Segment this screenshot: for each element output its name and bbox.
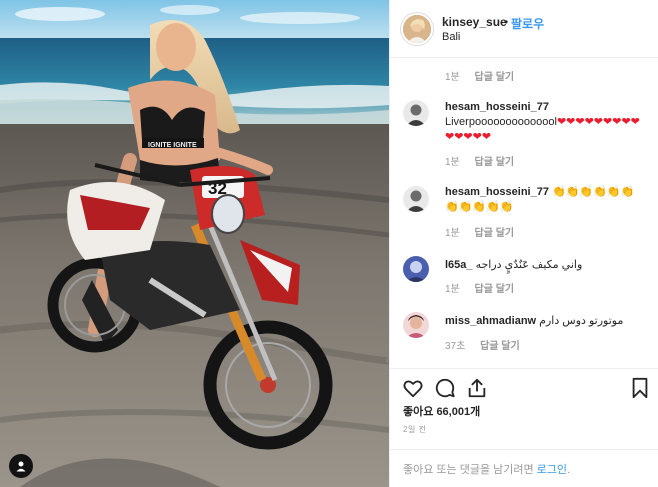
comment-text: Liverpoooooooooooool [445,116,557,128]
likes-number: 66,001개 [436,406,481,418]
reply-button[interactable]: 답글 달기 [475,228,515,239]
comment-time: 1분 [445,157,460,168]
comment-meta: 1분 답글 달기 [445,224,514,239]
post-timestamp[interactable]: 2일 전 [403,424,426,435]
reply-button[interactable]: 답글 달기 [480,341,520,352]
likes-label: 좋아요 [403,406,434,418]
post-side-panel: kinsey_sue • 팔로우 Bali 1분 답글 달기 hesam_hos… [389,0,658,487]
login-prompt: 좋아요 또는 댓글을 남기려면 로그인. [390,449,658,487]
comment-meta: 1분 답글 달기 [445,68,514,83]
reply-button[interactable]: 답글 달기 [475,284,515,295]
commenter-avatar[interactable] [403,186,429,212]
comment-item: miss_ahmadianw موتورتو دوس دارم [445,314,645,329]
comment-username[interactable]: l65a_ [445,259,473,271]
post-header: kinsey_sue • 팔로우 Bali [390,0,658,58]
reply-button[interactable]: 답글 달기 [475,72,515,83]
comment-time: 37초 [445,341,466,352]
comment-username[interactable]: hesam_hosseini_77 [445,186,549,198]
likes-count[interactable]: 좋아요 66,001개 [403,403,480,419]
jersey-text: IGNITE IGNITE [148,142,197,149]
bookmark-icon[interactable] [629,377,651,399]
comment-time: 1분 [445,284,460,295]
comment-meta: 1분 답글 달기 [445,153,514,168]
comment-icon[interactable] [434,377,456,399]
comment-text: موتورتو دوس دارم [539,315,624,327]
avatar[interactable] [401,13,433,45]
comment-username[interactable]: hesam_hosseini_77 [445,101,549,113]
reply-button[interactable]: 답글 달기 [475,157,515,168]
commenter-avatar[interactable] [403,256,429,282]
commenter-avatar[interactable] [403,100,429,126]
comment-item: l65a_ واني مكيف عٓنٌدٌيٍ دراجه [445,258,645,273]
login-suffix: . [567,464,571,476]
comment-text: واني مكيف عٓنٌدٌيٍ دراجه [475,259,583,271]
login-link[interactable]: 로그인 [537,464,567,476]
comment-meta: 37초 답글 달기 [445,337,520,352]
follow-button[interactable]: 팔로우 [511,15,544,32]
comment-time: 1분 [445,72,460,83]
tagged-user-icon[interactable] [9,454,33,478]
post-author-username[interactable]: kinsey_sue [442,15,507,29]
comment-meta: 1분 답글 달기 [445,280,514,295]
header-separator: • [504,15,509,29]
share-icon[interactable] [466,377,488,399]
comment-item: hesam_hosseini_77 Liverpoooooooooooool❤❤… [445,100,645,145]
comment-item: hesam_hosseini_77 👏👏👏👏👏👏👏👏👏👏👏 [445,185,645,215]
post-location[interactable]: Bali [442,31,460,43]
commenter-avatar[interactable] [403,312,429,338]
post-photo[interactable]: IGNITE IGNITE 32 [0,0,389,487]
comment-username[interactable]: miss_ahmadianw [445,315,536,327]
heart-icon[interactable] [402,377,424,399]
login-prompt-text: 좋아요 또는 댓글을 남기려면 [403,464,534,476]
beach-motorbike-image: IGNITE IGNITE 32 [0,0,389,487]
post-actions: 좋아요 66,001개 2일 전 좋아요 또는 댓글을 남기려면 로그인. [390,368,658,487]
comment-time: 1분 [445,228,460,239]
comment-list[interactable]: 1분 답글 달기 hesam_hosseini_77 Liverpooooooo… [390,58,658,368]
